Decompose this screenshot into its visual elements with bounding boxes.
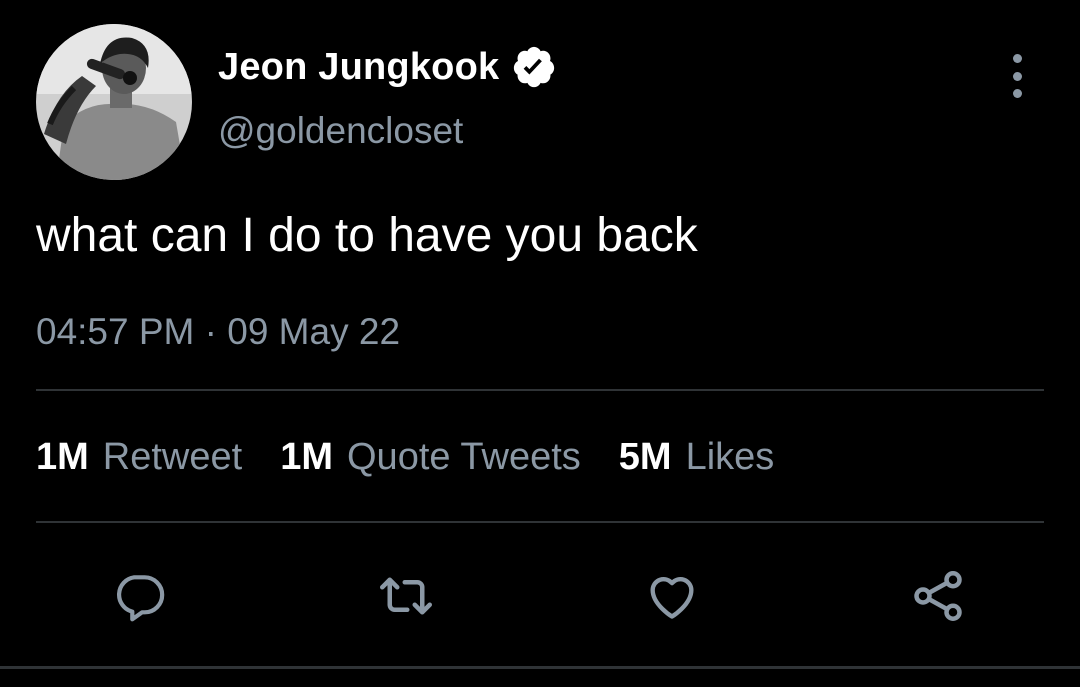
reply-button[interactable] xyxy=(110,566,170,626)
tweet-timestamp[interactable]: 04:57 PM · 09 May 22 xyxy=(36,311,400,353)
stat-label: Likes xyxy=(685,436,775,478)
verified-badge-icon xyxy=(511,44,557,90)
bottom-divider xyxy=(0,666,1080,669)
menu-dot xyxy=(1012,54,1022,63)
author-handle[interactable]: @goldencloset xyxy=(218,110,463,152)
stat-retweets[interactable]: 1M Retweet xyxy=(36,436,242,479)
stat-label: Retweet xyxy=(102,436,243,478)
tweet-text: what can I do to have you back xyxy=(36,209,698,262)
avatar[interactable] xyxy=(36,24,192,180)
retweet-button[interactable] xyxy=(376,566,436,626)
share-icon xyxy=(914,571,962,621)
stat-count: 1M xyxy=(36,436,89,478)
like-button[interactable] xyxy=(642,566,702,626)
stat-likes[interactable]: 5M Likes xyxy=(619,436,775,479)
author-name-row[interactable]: Jeon Jungkook xyxy=(218,44,557,90)
author-display-name[interactable]: Jeon Jungkook xyxy=(218,46,499,89)
retweet-icon xyxy=(380,577,432,615)
engagement-stats: 1M Retweet 1M Quote Tweets 5M Likes xyxy=(36,436,812,479)
divider xyxy=(36,389,1044,391)
avatar-image xyxy=(36,24,192,180)
reply-icon xyxy=(117,575,165,622)
divider xyxy=(36,521,1044,523)
like-icon xyxy=(650,577,694,619)
more-vertical-icon[interactable] xyxy=(1000,54,1034,98)
menu-dot xyxy=(1012,89,1022,98)
stat-quote-tweets[interactable]: 1M Quote Tweets xyxy=(280,436,581,479)
share-button[interactable] xyxy=(908,566,968,626)
stat-count: 1M xyxy=(280,436,333,478)
stat-label: Quote Tweets xyxy=(347,436,581,478)
stat-count: 5M xyxy=(618,436,672,478)
menu-dot xyxy=(1012,71,1022,81)
